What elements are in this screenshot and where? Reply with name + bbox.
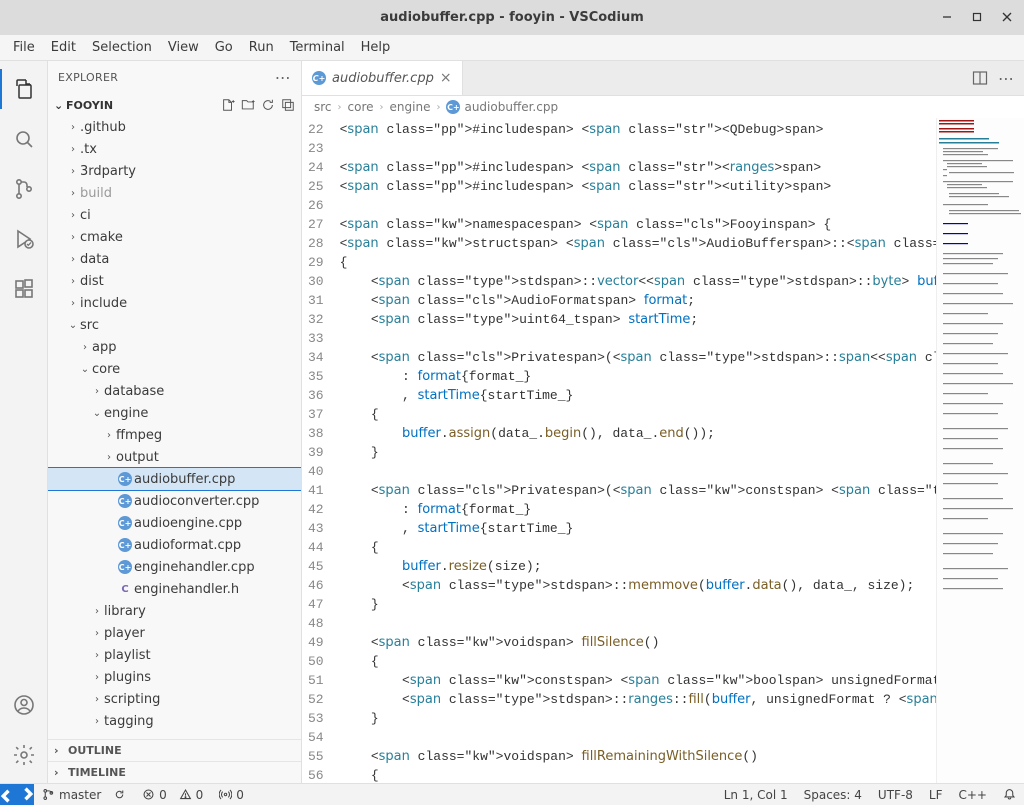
eol-status[interactable]: LF (921, 784, 951, 805)
folder-data[interactable]: ›data (48, 248, 301, 270)
folder-tagging[interactable]: ›tagging (48, 710, 301, 732)
menu-selection[interactable]: Selection (84, 37, 160, 58)
file-audioformat.cpp[interactable]: C+audioformat.cpp (48, 534, 301, 556)
editor-tab-audiobuffer[interactable]: C+ audiobuffer.cpp × (302, 61, 463, 95)
folder-playlist[interactable]: ›playlist (48, 644, 301, 666)
menu-run[interactable]: Run (241, 37, 282, 58)
new-folder-icon[interactable] (241, 98, 255, 112)
menu-go[interactable]: Go (207, 37, 241, 58)
window-minimize-button[interactable] (932, 2, 962, 32)
menu-bar: FileEditSelectionViewGoRunTerminalHelp (0, 35, 1024, 61)
menu-edit[interactable]: Edit (43, 37, 84, 58)
folder-engine[interactable]: ⌄engine (48, 402, 301, 424)
activity-scm[interactable] (0, 169, 48, 209)
window-close-button[interactable] (992, 2, 1022, 32)
file-audiobuffer.cpp[interactable]: C+audiobuffer.cpp (48, 468, 301, 490)
folder-ffmpeg[interactable]: ›ffmpeg (48, 424, 301, 446)
cursor-position-status[interactable]: Ln 1, Col 1 (716, 784, 796, 805)
minimap[interactable] (936, 118, 1024, 783)
encoding-status[interactable]: UTF-8 (870, 784, 921, 805)
folder-player[interactable]: ›player (48, 622, 301, 644)
folder-build[interactable]: ›build (48, 182, 301, 204)
activity-bar (0, 61, 48, 783)
folder-plugins[interactable]: ›plugins (48, 666, 301, 688)
folder-.github[interactable]: ›.github (48, 116, 301, 138)
line-gutter: 22 23 24 25 26 27 28 29 30 31 32 33 34 3… (302, 118, 340, 783)
window-maximize-button[interactable] (962, 2, 992, 32)
problems-status[interactable]: 0 0 (134, 784, 211, 805)
outline-section[interactable]: ›OUTLINE (48, 739, 301, 761)
activity-settings[interactable] (0, 735, 48, 775)
folder-output[interactable]: ›output (48, 446, 301, 468)
refresh-icon[interactable] (261, 98, 275, 112)
ports-status[interactable]: 0 (211, 784, 252, 805)
git-branch-status[interactable]: master (34, 784, 134, 805)
c-header-icon: C (118, 582, 132, 596)
editor-more-icon[interactable]: ⋯ (998, 69, 1014, 88)
tab-label: audiobuffer.cpp (332, 71, 434, 86)
folder-src[interactable]: ⌄src (48, 314, 301, 336)
explorer-more-icon[interactable]: ⋯ (275, 68, 291, 87)
title-bar: audiobuffer.cpp - fooyin - VSCodium (0, 0, 1024, 35)
window-title: audiobuffer.cpp - fooyin - VSCodium (380, 10, 644, 25)
file-enginehandler.cpp[interactable]: C+enginehandler.cpp (48, 556, 301, 578)
menu-file[interactable]: File (5, 37, 43, 58)
folder-scripting[interactable]: ›scripting (48, 688, 301, 710)
activity-extensions[interactable] (0, 269, 48, 309)
project-name: FOOYIN (66, 99, 113, 112)
tab-close-icon[interactable]: × (440, 70, 452, 86)
collapse-icon[interactable] (281, 98, 295, 112)
explorer-sidebar: EXPLORER ⋯ ⌄ FOOYIN ›.github›.tx›3rdpart… (48, 61, 302, 783)
folder-app[interactable]: ›app (48, 336, 301, 358)
cpp-file-icon: C+ (118, 560, 132, 574)
cpp-file-icon: C+ (118, 472, 132, 486)
menu-terminal[interactable]: Terminal (282, 37, 353, 58)
cpp-file-icon: C+ (118, 516, 132, 530)
activity-accounts[interactable] (0, 685, 48, 725)
remote-button[interactable] (0, 784, 34, 805)
folder-library[interactable]: ›library (48, 600, 301, 622)
folder-database[interactable]: ›database (48, 380, 301, 402)
breadcrumb[interactable]: src›core›engine›C+audiobuffer.cpp (302, 96, 1024, 118)
cpp-file-icon: C+ (118, 494, 132, 508)
folder-3rdparty[interactable]: ›3rdparty (48, 160, 301, 182)
notifications-icon[interactable] (995, 784, 1024, 805)
folder-include[interactable]: ›include (48, 292, 301, 314)
menu-view[interactable]: View (160, 37, 207, 58)
status-bar: master 0 0 0 Ln 1, Col 1 Spaces: 4 UTF-8… (0, 783, 1024, 805)
cpp-file-icon: C+ (312, 71, 326, 85)
explorer-title: EXPLORER (58, 71, 118, 84)
code-editor[interactable]: <span class="pp">#includespan> <span cla… (340, 118, 936, 783)
editor-tab-bar: C+ audiobuffer.cpp × ⋯ (302, 61, 1024, 96)
breadcrumb-seg[interactable]: engine (390, 100, 431, 114)
breadcrumb-seg[interactable]: C+audiobuffer.cpp (446, 100, 558, 115)
folder-core[interactable]: ⌄core (48, 358, 301, 380)
timeline-section[interactable]: ›TIMELINE (48, 761, 301, 783)
activity-explorer[interactable] (0, 69, 48, 109)
new-file-icon[interactable] (221, 98, 235, 112)
editor-area: C+ audiobuffer.cpp × ⋯ src›core›engine›C… (302, 61, 1024, 783)
file-enginehandler.h[interactable]: Cenginehandler.h (48, 578, 301, 600)
menu-help[interactable]: Help (353, 37, 399, 58)
folder-.tx[interactable]: ›.tx (48, 138, 301, 160)
file-audioconverter.cpp[interactable]: C+audioconverter.cpp (48, 490, 301, 512)
breadcrumb-seg[interactable]: core (348, 100, 374, 114)
activity-search[interactable] (0, 119, 48, 159)
cpp-file-icon: C+ (118, 538, 132, 552)
language-status[interactable]: C++ (951, 784, 996, 805)
activity-run[interactable] (0, 219, 48, 259)
split-editor-icon[interactable] (972, 70, 988, 86)
project-header[interactable]: ⌄ FOOYIN (48, 94, 301, 116)
folder-ci[interactable]: ›ci (48, 204, 301, 226)
file-audioengine.cpp[interactable]: C+audioengine.cpp (48, 512, 301, 534)
folder-dist[interactable]: ›dist (48, 270, 301, 292)
indentation-status[interactable]: Spaces: 4 (796, 784, 870, 805)
breadcrumb-seg[interactable]: src (314, 100, 332, 114)
folder-cmake[interactable]: ›cmake (48, 226, 301, 248)
